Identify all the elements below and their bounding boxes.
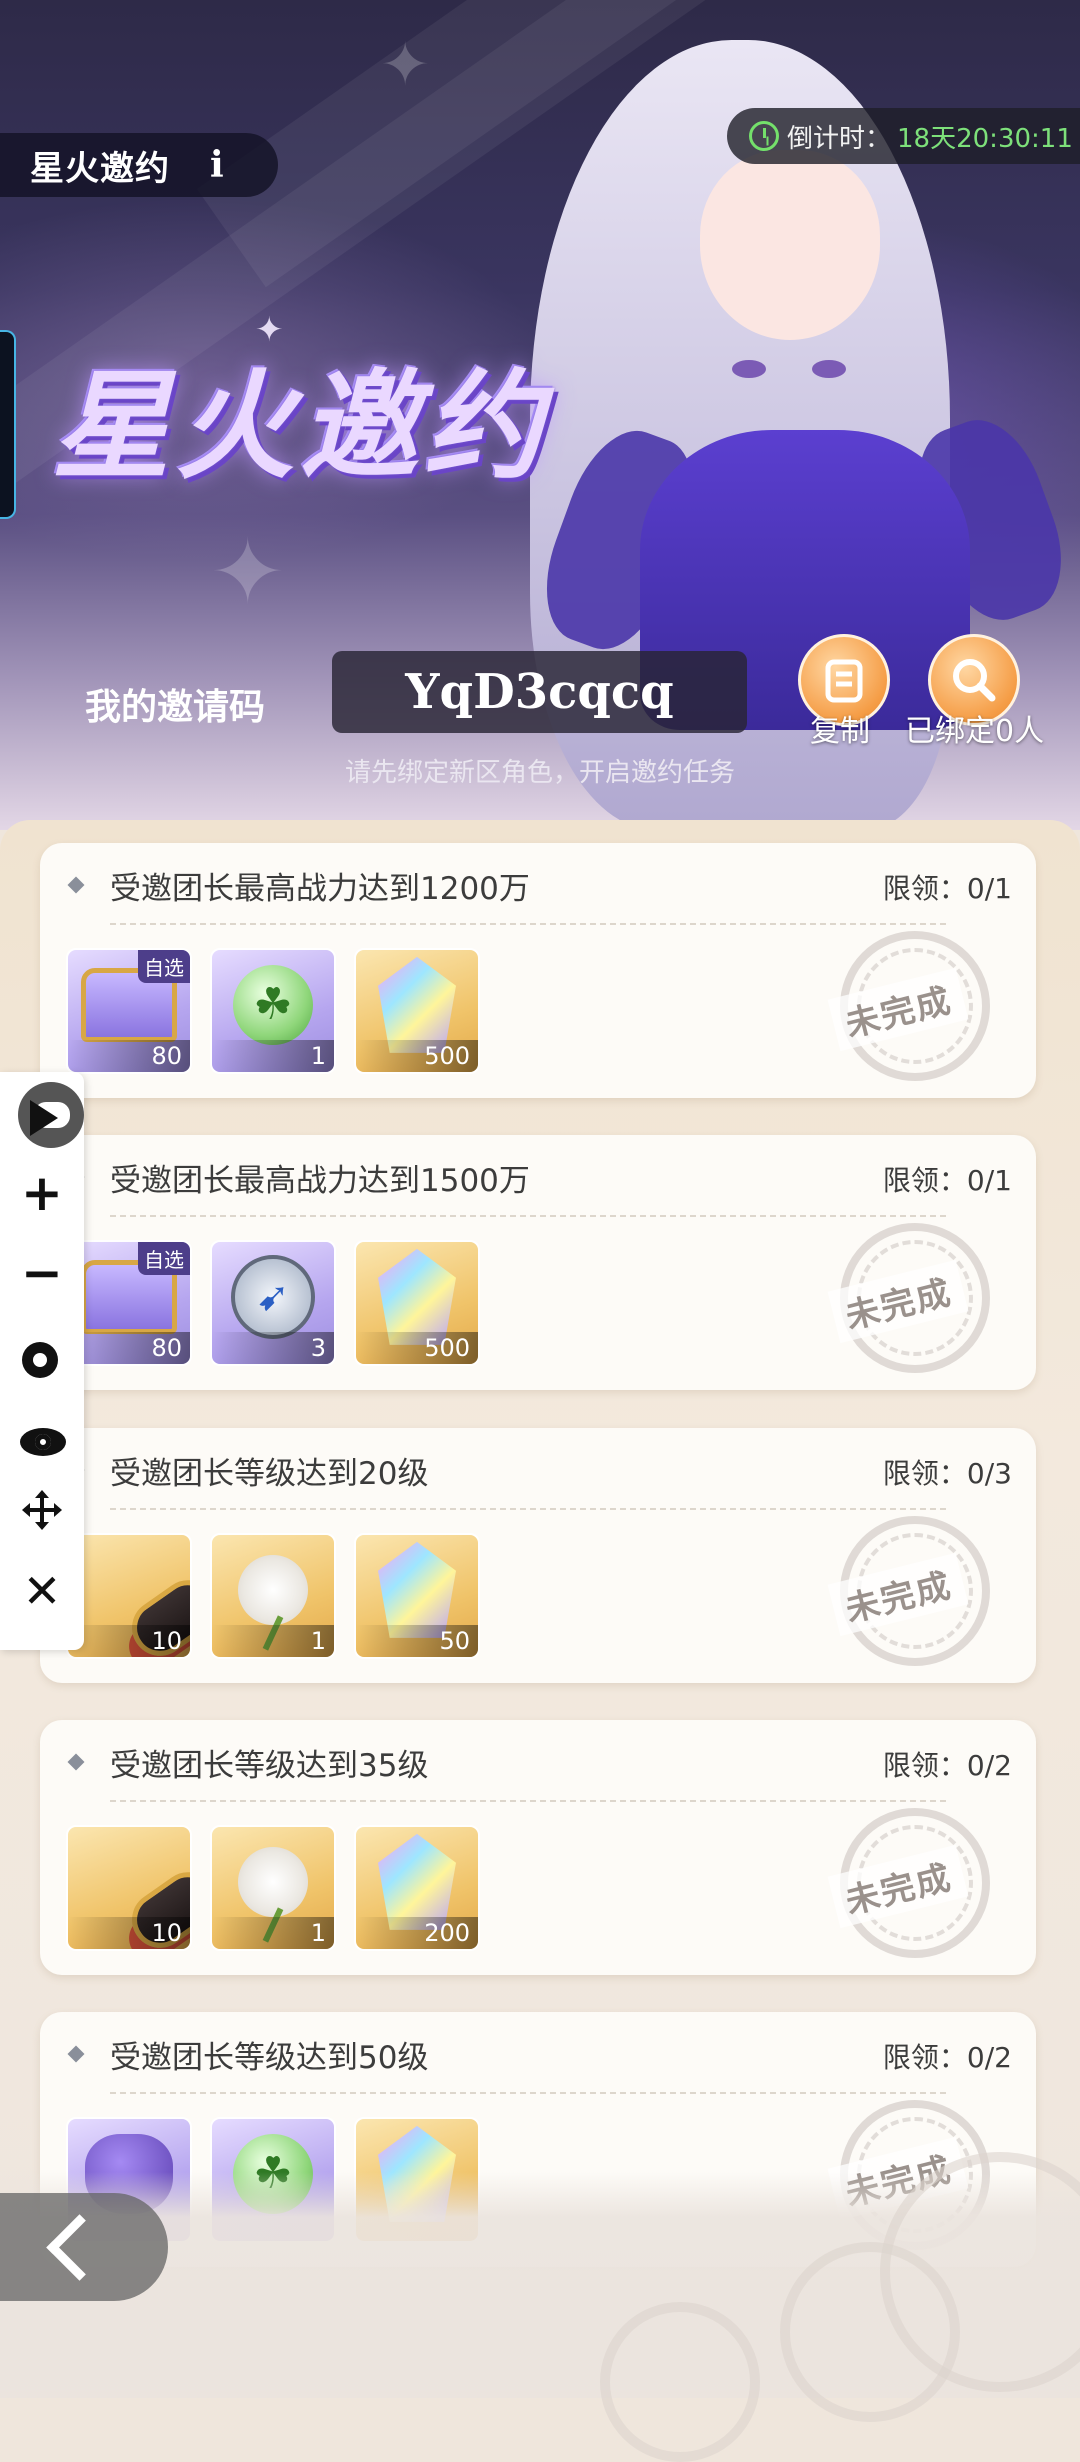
- task-title: 受邀团长等级达到50级: [110, 2040, 429, 2076]
- character-face: [700, 150, 880, 378]
- divider: [110, 1508, 946, 1510]
- claim-limit: 限领：0/2: [882, 2041, 1012, 2074]
- crystal-icon: [378, 1833, 456, 1930]
- reward-quantity: 1: [212, 1625, 334, 1657]
- eye-icon[interactable]: [20, 1428, 66, 1456]
- reward-quantity: 80: [68, 1332, 190, 1364]
- info-icon[interactable]: i: [210, 144, 224, 186]
- divider: [110, 1800, 946, 1802]
- bound-users-label: 已绑定0人: [905, 714, 1045, 749]
- reward-item[interactable]: 10: [66, 1825, 192, 1951]
- reward-quantity: 500: [356, 1040, 478, 1072]
- decor-ring: [600, 2302, 760, 2462]
- bullet-diamond-icon: [67, 2045, 85, 2063]
- copy-label: 复制: [810, 714, 870, 749]
- task-card[interactable]: 受邀团长等级达到35级 限领：0/2 未完成 10 1 200: [40, 1720, 1036, 1975]
- optional-tag: 自选: [138, 1242, 190, 1275]
- dandelion-icon: [238, 1554, 308, 1625]
- reward-item[interactable]: 自选 80: [66, 948, 192, 1074]
- reward-quantity: 50: [356, 1625, 478, 1657]
- claim-limit: 限领：0/1: [882, 872, 1012, 905]
- back-button[interactable]: [0, 2193, 168, 2301]
- task-card[interactable]: 受邀团长等级达到20级 限领：0/3 未完成 10 1 50: [40, 1428, 1036, 1683]
- star-deco-icon: ✦: [380, 30, 431, 100]
- page-title: 星火邀约: [30, 148, 170, 189]
- claim-limit: 限领：0/3: [882, 1457, 1012, 1490]
- minus-icon[interactable]: −: [0, 1244, 84, 1302]
- reward-item[interactable]: ☘ 1: [210, 948, 336, 1074]
- clock-icon: [749, 121, 779, 151]
- character-eye: [732, 360, 766, 378]
- search-icon: [953, 659, 996, 702]
- bullet-diamond-icon: [67, 876, 85, 894]
- task-card[interactable]: 受邀团长最高战力达到1500万 限领：0/1 未完成 自选 80 ➹ 3 500: [40, 1135, 1036, 1390]
- countdown-label: 倒计时：: [787, 123, 892, 154]
- reward-item[interactable]: 200: [354, 1825, 480, 1951]
- countdown-value: 18天20:30:11: [897, 123, 1073, 154]
- claim-limit: 限领：0/1: [882, 1164, 1012, 1197]
- reward-quantity: 200: [356, 1917, 478, 1949]
- move-icon[interactable]: [22, 1490, 62, 1530]
- side-tab-handle[interactable]: [0, 330, 16, 519]
- reward-quantity: 500: [356, 1332, 478, 1364]
- reward-item[interactable]: 10: [66, 1533, 192, 1659]
- dandelion-icon: [238, 1846, 308, 1917]
- reward-quantity: 10: [68, 1625, 190, 1657]
- reward-quantity: 1: [212, 1917, 334, 1949]
- reward-item[interactable]: 50: [354, 1533, 480, 1659]
- optional-tag: 自选: [138, 950, 190, 983]
- task-title: 受邀团长最高战力达到1200万: [110, 871, 530, 907]
- compass-icon: ➹: [231, 1254, 315, 1339]
- reward-quantity: 3: [212, 1332, 334, 1364]
- task-title: 受邀团长最高战力达到1500万: [110, 1163, 530, 1199]
- close-icon[interactable]: ✕: [0, 1564, 84, 1618]
- reward-item[interactable]: 500: [354, 948, 480, 1074]
- reward-item[interactable]: ➹ 3: [210, 1240, 336, 1366]
- reward-item[interactable]: 自选 80: [66, 1240, 192, 1366]
- back-arrow-icon: [45, 2213, 113, 2281]
- divider: [110, 1215, 946, 1217]
- banner-title: 星火邀约: [52, 357, 549, 495]
- floating-toolbar: + − ✕: [0, 1072, 84, 1650]
- reward-quantity: 10: [68, 1917, 190, 1949]
- countdown-timer: 倒计时： 18天20:30:11: [727, 108, 1080, 164]
- claim-limit: 限领：0/2: [882, 1749, 1012, 1782]
- bullet-diamond-icon: [67, 1753, 85, 1771]
- task-title: 受邀团长等级达到20级: [110, 1456, 429, 1492]
- event-banner: ✦ ✦ ✦ ✦ ✦ 星火邀约 星火邀约 i 倒计时： 18天20:30:11 我…: [0, 0, 1080, 830]
- gear-icon[interactable]: [22, 1342, 58, 1378]
- divider: [110, 923, 946, 925]
- invite-code-field[interactable]: YqD3cqcq: [332, 651, 747, 733]
- page-title-bar: 星火邀约 i: [0, 133, 278, 197]
- star-deco-icon: ✦: [210, 520, 286, 625]
- reward-quantity: 1: [212, 1040, 334, 1072]
- plus-icon[interactable]: +: [0, 1164, 84, 1222]
- reward-item[interactable]: 500: [354, 1240, 480, 1366]
- crystal-icon: [378, 1248, 456, 1345]
- bottom-fade: [0, 2152, 1080, 2462]
- invite-code-label: 我的邀请码: [85, 687, 266, 728]
- bind-hint: 请先绑定新区角色，开启邀约任务: [344, 758, 735, 788]
- crystal-icon: [378, 1541, 456, 1638]
- reward-item[interactable]: 1: [210, 1533, 336, 1659]
- play-icon[interactable]: [26, 1098, 62, 1138]
- crystal-icon: [378, 956, 456, 1053]
- divider: [110, 2092, 946, 2094]
- task-title: 受邀团长等级达到35级: [110, 1748, 429, 1784]
- character-eye: [812, 360, 846, 378]
- clover-orb-icon: ☘: [233, 964, 313, 1045]
- copy-icon: [825, 659, 863, 703]
- reward-quantity: 80: [68, 1040, 190, 1072]
- task-card[interactable]: 受邀团长最高战力达到1200万 限领：0/1 未完成 自选 80 ☘ 1 500: [40, 843, 1036, 1098]
- reward-item[interactable]: 1: [210, 1825, 336, 1951]
